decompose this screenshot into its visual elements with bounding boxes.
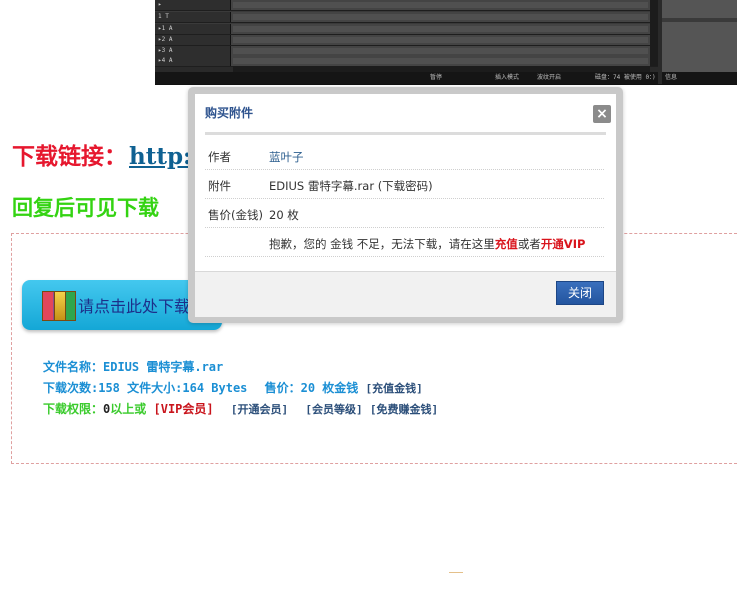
member-level-link[interactable]: [会员等级] (305, 403, 362, 416)
open-vip-link[interactable]: 开通VIP (541, 237, 586, 251)
track-row: ▸ (155, 0, 658, 11)
price-value: 20 枚 (269, 208, 299, 222)
vertical-scrollbar (650, 0, 658, 66)
download-link-label: 下载链接： (12, 143, 127, 170)
track-lane (233, 37, 648, 43)
attachment-label: 附件 (208, 179, 231, 193)
download-count: 下载次数:158 (43, 381, 120, 395)
vip-member-link[interactable]: [VIP会员] (154, 402, 214, 416)
attachment-row: 附件 EDIUS 雷特字幕.rar (下载密码) (205, 170, 604, 199)
permission-suffix: 以上或 (110, 402, 147, 416)
download-link-line: 下载链接：http: (12, 137, 192, 171)
free-coins-link[interactable]: [免费赚金钱] (370, 403, 438, 416)
rar-archive-icon (42, 291, 76, 321)
track-row: ▸2 A (155, 35, 658, 46)
track-header: ▸1 A (155, 24, 231, 34)
timeline-tracks: ▸ 1 T ▸1 A ▸2 A ▸3 A ▸4 A (155, 0, 658, 67)
close-icon[interactable]: × (593, 105, 611, 123)
permission-label: 下载权限： (43, 402, 104, 416)
file-price: 售价：20 枚金钱 (264, 381, 359, 395)
editor-right-status: 信息 (662, 72, 737, 84)
download-permission-line: 下载权限：0以上或 [VIP会员] [开通会员] [会员等级] [免费赚金钱] (43, 400, 438, 417)
status-insert-mode: 插入模式 (495, 74, 520, 81)
dialog-title: 购买附件 (205, 106, 254, 120)
download-url-link[interactable]: http: (129, 143, 192, 170)
editor-right-panel (662, 0, 737, 72)
price-row: 售价(金钱) 20 枚 (205, 199, 604, 228)
file-stats-line: 下载次数:158 文件大小:164 Bytes 售价：20 枚金钱 [充值金钱] (43, 379, 423, 396)
title-divider (205, 132, 606, 135)
track-header: ▸ (155, 0, 231, 10)
message-or: 或者 (517, 237, 541, 251)
dialog-footer: 关闭 (195, 271, 616, 317)
attachment-value: EDIUS 雷特字幕.rar (下载密码) (269, 179, 433, 193)
track-header: 1 T (155, 12, 231, 22)
close-button[interactable]: 关闭 (556, 281, 604, 305)
track-lane (233, 2, 648, 8)
file-name-line: 文件名称：EDIUS 雷特字幕.rar (43, 360, 224, 374)
file-size: 文件大小:164 Bytes (127, 381, 248, 395)
editor-screenshot: ▸ 1 T ▸1 A ▸2 A ▸3 A ▸4 A 暂停 插入模式 波纹开启 磁… (155, 0, 737, 85)
track-lane (233, 26, 648, 32)
insufficient-funds-message: 抱歉，您的 金钱 不足，无法下载，请在这里充值或者开通VIP (269, 236, 585, 252)
purchase-attachment-dialog: 购买附件 × 作者 蓝叶子 附件 EDIUS 雷特字幕.rar (下载密码) 售… (188, 87, 623, 323)
price-label: 售价(金钱) (208, 208, 263, 222)
open-member-link[interactable]: [开通会员] (231, 403, 288, 416)
panel-divider (662, 18, 737, 22)
recharge-link[interactable]: 充值 (495, 237, 518, 251)
editor-status-bar: 暂停 插入模式 波纹开启 磁盘：74 被使用 0：) (155, 72, 658, 84)
author-label: 作者 (208, 150, 231, 164)
author-row: 作者 蓝叶子 (205, 141, 604, 170)
track-header: ▸2 A (155, 35, 231, 45)
message-text: 抱歉，您的 金钱 不足，无法下载，请在这里 (269, 237, 495, 251)
track-lane (233, 14, 648, 20)
decorative-dash (449, 572, 463, 573)
reply-to-see-note: 回复后可见下载 (12, 195, 159, 220)
status-pause: 暂停 (430, 74, 443, 81)
download-button-label: 请点击此处下载 (78, 297, 191, 316)
dialog-body: 购买附件 × 作者 蓝叶子 附件 EDIUS 雷特字幕.rar (下载密码) 售… (195, 94, 616, 317)
track-header: ▸4 A (155, 56, 231, 66)
author-link[interactable]: 蓝叶子 (269, 149, 304, 165)
message-row: 抱歉，您的 金钱 不足，无法下载，请在这里充值或者开通VIP (205, 228, 604, 257)
status-ripple: 波纹开启 (537, 74, 562, 81)
recharge-coins-link[interactable]: [充值金钱] (366, 382, 423, 395)
track-lane (233, 48, 648, 54)
track-row: ▸1 A (155, 24, 658, 35)
track-header: ▸3 A (155, 46, 231, 56)
status-disk: 磁盘：74 被使用 0：) (595, 74, 656, 81)
track-lane (233, 58, 648, 64)
track-row: 1 T (155, 12, 658, 23)
